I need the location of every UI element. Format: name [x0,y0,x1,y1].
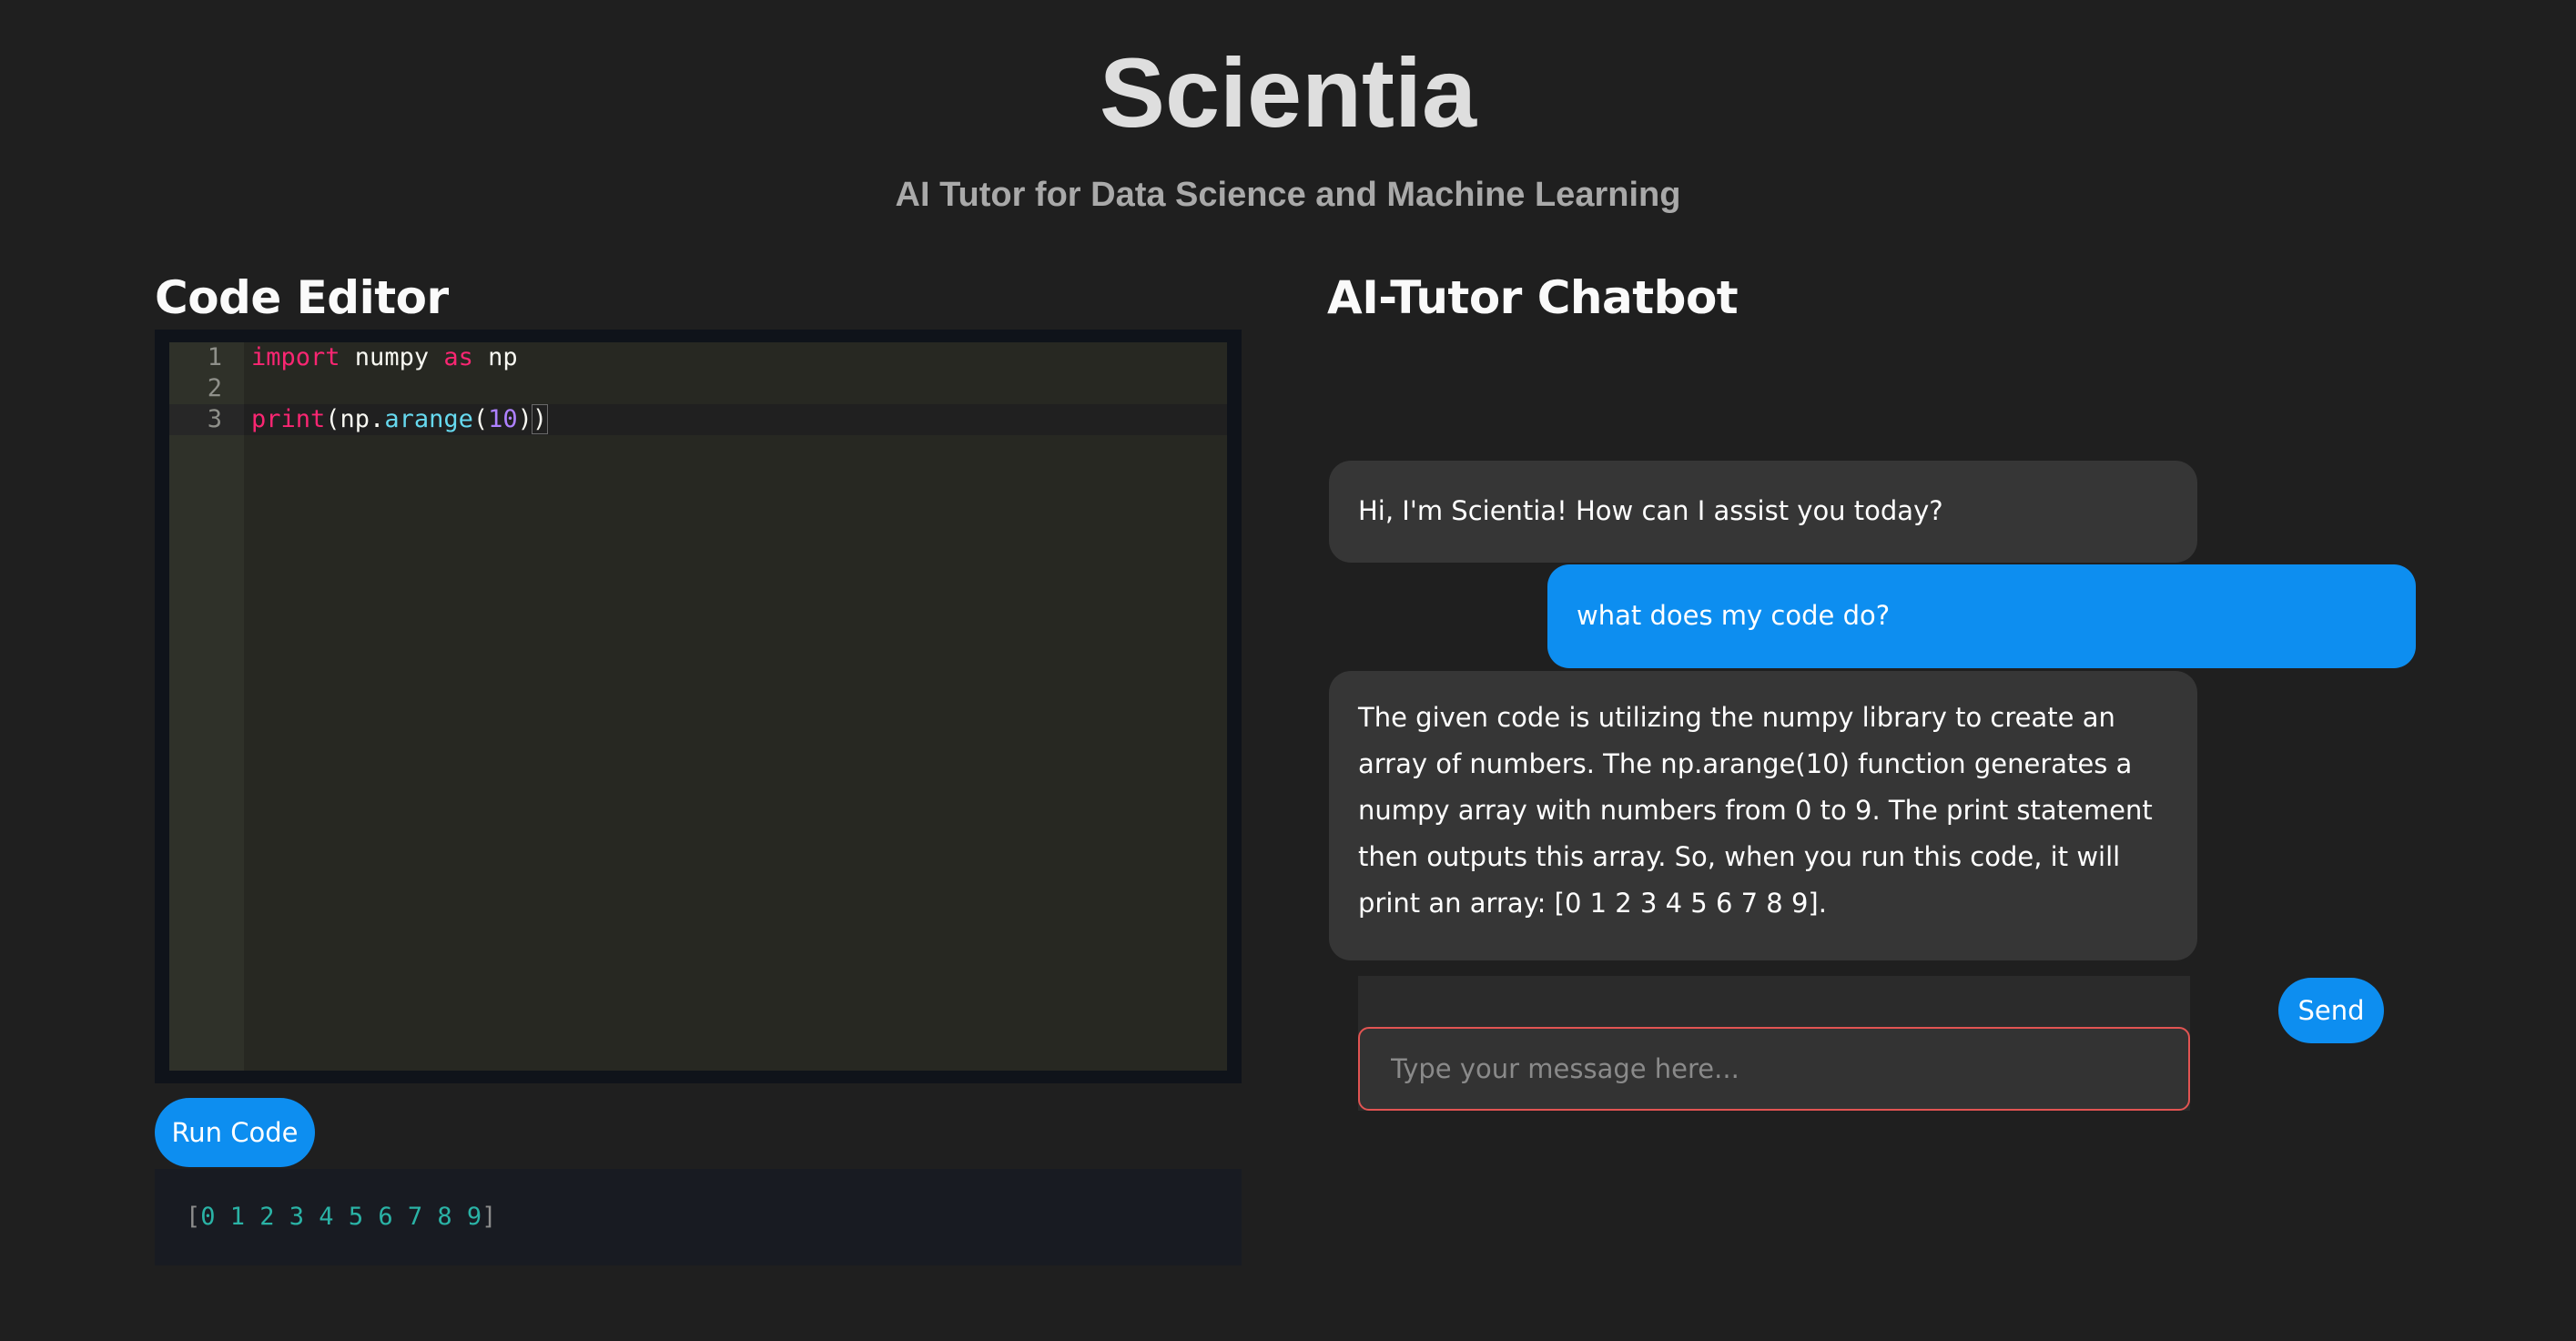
app-title: Scientia [1099,37,1477,147]
code-text: print(np.arange(10)) [251,404,549,435]
code-editor-heading: Code Editor [155,271,449,324]
function-token: arange [384,405,473,433]
paren-token: ) [531,404,549,434]
output-bracket-close: ] [482,1203,497,1231]
line-number-gutter [169,342,244,1071]
keyword-token: as [443,343,473,371]
chat-message-input[interactable] [1358,1027,2190,1111]
paren-token: ( [472,405,489,433]
assistant-message: The given code is utilizing the numpy li… [1329,671,2197,960]
identifier-token: np [472,343,518,371]
send-button[interactable]: Send [2278,978,2384,1043]
user-message: what does my code do? [1547,564,2416,668]
app-subtitle: AI Tutor for Data Science and Machine Le… [895,176,1681,214]
code-output: [0 1 2 3 4 5 6 7 8 9] [155,1169,1242,1265]
code-line[interactable]: 1 import numpy as np [169,342,1227,373]
identifier-token: np. [340,405,385,433]
builtin-token: print [251,405,326,433]
output-bracket-open: [ [186,1203,201,1231]
code-editor[interactable]: 1 import numpy as np 2 3 print(np.arange… [169,342,1227,1071]
code-text: import numpy as np [251,342,518,373]
assistant-message: Hi, I'm Scientia! How can I assist you t… [1329,461,2197,563]
keyword-token: import [251,343,340,371]
line-number: 1 [207,343,222,371]
code-line[interactable]: 2 [169,373,1227,404]
output-values: 0 1 2 3 4 5 6 7 8 9 [200,1203,482,1231]
paren-token: ) [517,405,532,433]
run-code-button[interactable]: Run Code [155,1098,315,1167]
line-number: 2 [207,374,222,402]
identifier-token: numpy [340,343,444,371]
paren-token: ( [325,405,340,433]
chatbot-heading: AI-Tutor Chatbot [1327,271,1739,324]
code-line-active[interactable]: 3 print(np.arange(10)) [169,404,1227,435]
line-number: 3 [169,404,244,435]
number-token: 10 [488,405,518,433]
